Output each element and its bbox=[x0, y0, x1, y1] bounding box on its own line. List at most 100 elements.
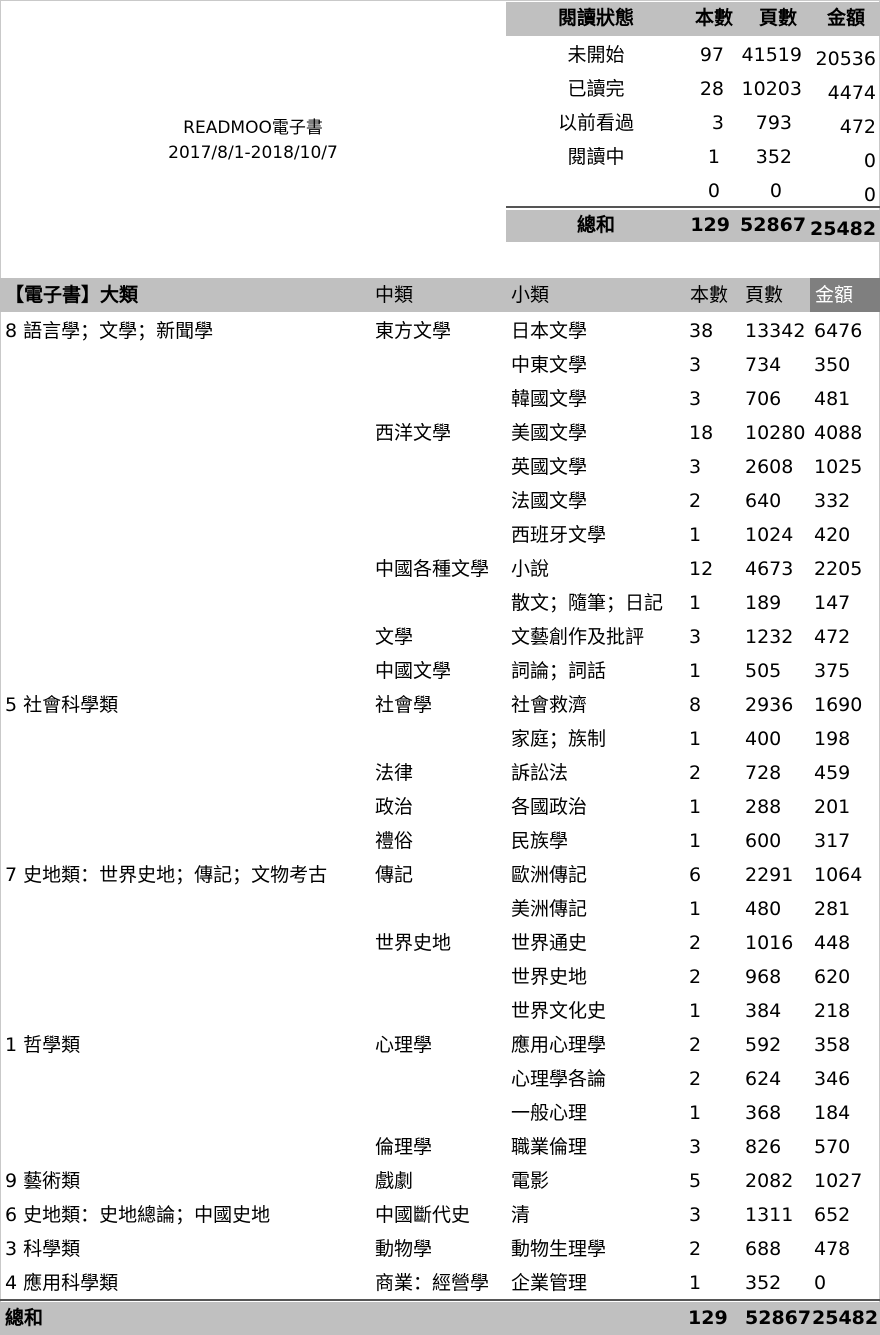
row-minor-category: 民族學 bbox=[511, 830, 569, 852]
row-pages: 368 bbox=[745, 1102, 782, 1124]
row-amount: 0 bbox=[814, 1272, 827, 1294]
row-mid-category: 文學 bbox=[375, 626, 414, 648]
row-minor-category: 職業倫理 bbox=[511, 1136, 588, 1158]
row-pages: 352 bbox=[745, 1272, 782, 1294]
row-pages: 480 bbox=[745, 898, 782, 920]
row-amount: 459 bbox=[814, 762, 851, 784]
row-pages: 10280 bbox=[745, 422, 806, 444]
row-books: 3 bbox=[689, 1136, 702, 1158]
row-pages: 592 bbox=[745, 1034, 782, 1056]
row-amount: 481 bbox=[814, 388, 851, 410]
status-row-amount: 20536 bbox=[815, 48, 876, 70]
category-total-label: 總和 bbox=[5, 1307, 44, 1329]
status-row-label: 未開始 bbox=[567, 44, 625, 66]
row-minor-category: 美國文學 bbox=[511, 422, 588, 444]
status-row-books: 28 bbox=[699, 78, 724, 100]
row-minor-category: 日本文學 bbox=[511, 320, 588, 342]
row-books: 2 bbox=[689, 762, 702, 784]
row-amount: 350 bbox=[814, 354, 851, 376]
row-books: 3 bbox=[689, 456, 702, 478]
row-amount: 1690 bbox=[814, 694, 863, 716]
row-mid-category: 倫理學 bbox=[375, 1136, 433, 1158]
row-major-category: 1 哲學類 bbox=[5, 1034, 81, 1056]
row-amount: 478 bbox=[814, 1238, 851, 1260]
row-pages: 2082 bbox=[745, 1170, 794, 1192]
row-amount: 4088 bbox=[814, 422, 863, 444]
row-mid-category: 動物學 bbox=[375, 1238, 433, 1260]
row-minor-category: 動物生理學 bbox=[511, 1238, 607, 1260]
row-major-category: 9 藝術類 bbox=[5, 1170, 81, 1192]
row-pages: 1016 bbox=[745, 932, 794, 954]
row-major-category: 3 科學類 bbox=[5, 1238, 81, 1260]
row-mid-category: 中國文學 bbox=[375, 660, 452, 682]
row-pages: 728 bbox=[745, 762, 782, 784]
status-total-label: 總和 bbox=[576, 214, 615, 236]
row-minor-category: 應用心理學 bbox=[511, 1034, 607, 1056]
row-amount: 332 bbox=[814, 490, 851, 512]
row-books: 1 bbox=[689, 660, 702, 682]
row-minor-category: 世界文化史 bbox=[511, 1000, 607, 1022]
row-minor-category: 一般心理 bbox=[511, 1102, 588, 1124]
row-books: 1 bbox=[689, 728, 702, 750]
row-amount: 281 bbox=[814, 898, 851, 920]
row-pages: 1311 bbox=[745, 1204, 794, 1226]
row-mid-category: 社會學 bbox=[375, 694, 433, 716]
row-major-category: 7 史地類：世界史地；傳記；文物考古 bbox=[5, 864, 328, 886]
row-major-category: 8 語言學；文學；新聞學 bbox=[5, 320, 214, 342]
row-minor-category: 小說 bbox=[511, 558, 550, 580]
status-row-label: 閱讀中 bbox=[567, 146, 625, 168]
row-minor-category: 西班牙文學 bbox=[511, 524, 607, 546]
row-books: 3 bbox=[689, 354, 702, 376]
row-minor-category: 心理學各論 bbox=[511, 1068, 607, 1090]
row-minor-category: 歐洲傳記 bbox=[511, 864, 588, 886]
spreadsheet: READMOO電子書 2017/8/1-2018/10/7 閱讀狀態 本數 頁數… bbox=[0, 0, 880, 1335]
category-header-books: 本數 bbox=[690, 284, 729, 306]
status-row-amount: 0 bbox=[863, 150, 876, 172]
row-pages: 688 bbox=[745, 1238, 782, 1260]
row-pages: 4673 bbox=[745, 558, 794, 580]
row-books: 2 bbox=[689, 932, 702, 954]
status-header-label: 閱讀狀態 bbox=[557, 7, 634, 29]
status-row-pages: 41519 bbox=[741, 44, 802, 66]
row-mid-category: 世界史地 bbox=[375, 932, 452, 954]
report-title-period: 2017/8/1-2018/10/7 bbox=[168, 143, 338, 163]
row-minor-category: 社會救濟 bbox=[511, 694, 588, 716]
row-minor-category: 法國文學 bbox=[511, 490, 588, 512]
row-books: 2 bbox=[689, 1238, 702, 1260]
row-books: 1 bbox=[689, 796, 702, 818]
row-amount: 2205 bbox=[814, 558, 863, 580]
row-minor-category: 清 bbox=[511, 1204, 531, 1226]
row-mid-category: 傳記 bbox=[375, 864, 414, 886]
row-minor-category: 美洲傳記 bbox=[511, 898, 588, 920]
status-row-pages: 352 bbox=[755, 146, 792, 168]
row-amount: 1025 bbox=[814, 456, 863, 478]
row-pages: 400 bbox=[745, 728, 782, 750]
row-pages: 189 bbox=[745, 592, 782, 614]
row-books: 1 bbox=[689, 1000, 702, 1022]
row-mid-category: 中國各種文學 bbox=[375, 558, 490, 580]
row-pages: 1024 bbox=[745, 524, 794, 546]
status-row-books: 0 bbox=[707, 180, 720, 202]
row-major-category: 4 應用科學類 bbox=[5, 1272, 119, 1294]
category-total-pages: 52867 bbox=[745, 1307, 812, 1329]
row-amount: 1064 bbox=[814, 864, 863, 886]
row-amount: 1027 bbox=[814, 1170, 863, 1192]
status-row-amount: 472 bbox=[839, 116, 876, 138]
status-total-books: 129 bbox=[690, 214, 730, 236]
category-total-books: 129 bbox=[688, 1307, 728, 1329]
row-amount: 472 bbox=[814, 626, 851, 648]
status-header-pages: 頁數 bbox=[758, 7, 797, 29]
category-header-mid: 中類 bbox=[375, 284, 414, 306]
row-minor-category: 韓國文學 bbox=[511, 388, 588, 410]
category-header-pages: 頁數 bbox=[745, 284, 784, 306]
row-pages: 505 bbox=[745, 660, 782, 682]
row-amount: 201 bbox=[814, 796, 851, 818]
status-total-pages: 52867 bbox=[740, 214, 807, 236]
row-books: 38 bbox=[689, 320, 714, 342]
row-amount: 620 bbox=[814, 966, 851, 988]
status-row-amount: 0 bbox=[863, 184, 876, 206]
row-pages: 2608 bbox=[745, 456, 794, 478]
row-minor-category: 電影 bbox=[511, 1170, 550, 1192]
row-minor-category: 世界史地 bbox=[511, 966, 588, 988]
row-minor-category: 各國政治 bbox=[511, 796, 588, 818]
